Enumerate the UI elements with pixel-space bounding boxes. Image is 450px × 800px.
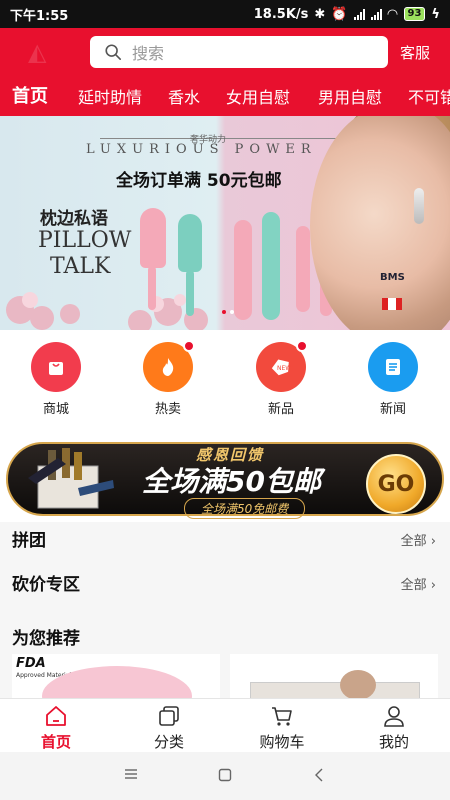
section-title: 砍价专区 bbox=[12, 575, 80, 595]
badge-dot bbox=[183, 340, 195, 352]
product-image bbox=[186, 270, 194, 316]
charging-icon: ϟ bbox=[431, 6, 440, 22]
app-screen: 下午1:55 18.5K/s ✱ ⏰ ◠ 93 ϟ ◭ 搜索 客服 首页 延时助… bbox=[0, 0, 450, 800]
model-face bbox=[310, 116, 450, 330]
status-right: 18.5K/s ✱ ⏰ ◠ 93 ϟ bbox=[254, 7, 440, 22]
gift-box-image bbox=[28, 448, 114, 509]
section-title: 拼团 bbox=[12, 531, 46, 551]
product-image bbox=[178, 214, 202, 272]
category-tabs: 首页 延时助情 香水 女用自慰 男用自慰 不可错 bbox=[0, 82, 450, 112]
alarm-icon: ⏰ bbox=[331, 6, 348, 22]
tab-female[interactable]: 女用自慰 bbox=[226, 84, 290, 108]
logo-watermark: ◭ bbox=[28, 38, 47, 66]
quick-entry-label: 新品 bbox=[267, 402, 294, 417]
nav-profile[interactable]: 我的 bbox=[354, 705, 434, 752]
product-image bbox=[262, 212, 280, 320]
back-icon[interactable] bbox=[314, 768, 324, 782]
tab-delay[interactable]: 延时助情 bbox=[78, 84, 142, 108]
user-icon bbox=[384, 706, 404, 727]
banner-pager bbox=[222, 310, 234, 314]
bargain-more-link[interactable]: 全部 › bbox=[401, 574, 436, 593]
banner-english-line: LUXURIOUS POWER bbox=[86, 142, 317, 157]
banner-product-cn: 枕边私语 bbox=[40, 209, 108, 229]
tab-male[interactable]: 男用自慰 bbox=[318, 84, 382, 108]
section-title: 为您推荐 bbox=[12, 629, 80, 649]
pager-dot bbox=[230, 310, 234, 314]
bargain-section: 砍价专区 全部 › bbox=[0, 566, 450, 610]
product-image bbox=[250, 682, 420, 698]
quick-entry-label: 商城 bbox=[42, 402, 69, 417]
product-card[interactable] bbox=[230, 654, 438, 698]
product-image bbox=[148, 266, 156, 310]
nav-label: 购物车 bbox=[259, 733, 305, 751]
promo-sub-text: 全场满50免邮费 bbox=[184, 498, 306, 519]
promo-section: 感恩回馈 全场满50包邮 全场满50免邮费 GO bbox=[0, 426, 450, 522]
system-navigation-bar bbox=[0, 752, 450, 800]
tab-more[interactable]: 不可错 bbox=[408, 84, 450, 108]
signal-icon bbox=[353, 8, 365, 20]
news-icon bbox=[368, 342, 418, 392]
badge-dot bbox=[296, 340, 308, 352]
nav-home[interactable]: 首页 bbox=[16, 705, 96, 752]
group-buy-more-link[interactable]: 全部 › bbox=[401, 530, 436, 549]
quick-entry-label: 热卖 bbox=[154, 402, 181, 417]
flag-icon bbox=[382, 298, 402, 310]
product-card[interactable]: FDA Approved Material bbox=[12, 654, 220, 698]
group-buy-section: 拼团 全部 › bbox=[0, 522, 450, 566]
product-image bbox=[42, 666, 192, 698]
quick-entry-mall[interactable]: 商城 bbox=[21, 342, 91, 417]
product-image bbox=[234, 220, 252, 320]
wifi-icon: ◠ bbox=[387, 6, 398, 22]
category-icon bbox=[159, 706, 179, 726]
status-bar: 下午1:55 18.5K/s ✱ ⏰ ◠ 93 ϟ bbox=[0, 0, 450, 28]
chevron-right-icon: › bbox=[430, 534, 436, 549]
quick-entry-hot[interactable]: 热卖 bbox=[133, 340, 203, 417]
quick-entry-label: 新闻 bbox=[379, 402, 406, 417]
top-header: ◭ 搜索 客服 首页 延时助情 香水 女用自慰 男用自慰 不可错 bbox=[0, 28, 450, 116]
promo-main-text: 全场满50包邮 bbox=[142, 465, 321, 498]
tab-home[interactable]: 首页 bbox=[12, 82, 48, 108]
nav-label: 首页 bbox=[40, 733, 71, 751]
bottom-navigation: 首页 分类 购物车 我的 bbox=[0, 698, 450, 752]
battery-icon: 93 bbox=[403, 7, 426, 21]
promo-go-button[interactable]: GO bbox=[366, 454, 426, 514]
menu-icon[interactable] bbox=[124, 768, 138, 780]
network-speed: 18.5K/s bbox=[253, 6, 309, 22]
nav-label: 我的 bbox=[378, 733, 409, 751]
signal-hd-icon bbox=[370, 8, 382, 20]
nav-cart[interactable]: 购物车 bbox=[242, 705, 322, 752]
banner-headline: 全场订单满 50元包邮 bbox=[116, 171, 282, 191]
flame-icon bbox=[143, 340, 195, 392]
new-tag-icon: NEW bbox=[256, 340, 308, 392]
svg-text:NEW: NEW bbox=[277, 365, 291, 372]
banner-product-en-1: PILLOW bbox=[38, 228, 132, 253]
nav-category[interactable]: 分类 bbox=[129, 705, 209, 752]
home-icon bbox=[46, 706, 66, 726]
home-square-icon[interactable] bbox=[218, 768, 232, 782]
earring-decoration bbox=[414, 188, 424, 224]
quick-entry-news[interactable]: 新闻 bbox=[358, 342, 428, 417]
nav-label: 分类 bbox=[153, 733, 184, 751]
quick-entry-new[interactable]: NEW 新品 bbox=[246, 340, 316, 417]
pager-dot-active bbox=[222, 310, 226, 314]
brand-tag: BMS bbox=[380, 272, 405, 283]
chevron-right-icon: › bbox=[430, 578, 436, 593]
more-label: 全部 bbox=[400, 534, 427, 549]
hero-banner[interactable]: 奢华动力 LUXURIOUS POWER 全场订单满 50元包邮 枕边私语 PI… bbox=[0, 116, 450, 330]
search-icon bbox=[105, 44, 122, 61]
bluetooth-icon: ✱ bbox=[314, 6, 326, 22]
search-input[interactable]: 搜索 bbox=[90, 36, 388, 68]
shopping-bag-icon bbox=[31, 342, 81, 392]
tab-perfume[interactable]: 香水 bbox=[168, 84, 200, 108]
fda-label: FDA bbox=[16, 656, 46, 671]
customer-service-button[interactable]: 客服 bbox=[400, 42, 430, 63]
cart-icon bbox=[272, 707, 292, 726]
product-image bbox=[140, 208, 166, 268]
product-image bbox=[340, 670, 376, 698]
search-placeholder: 搜索 bbox=[132, 44, 165, 63]
product-image bbox=[296, 226, 310, 312]
more-label: 全部 bbox=[400, 578, 427, 593]
quick-entry-row: 商城 热卖 NEW 新品 新闻 bbox=[0, 330, 450, 426]
status-time: 下午1:55 bbox=[10, 8, 69, 24]
